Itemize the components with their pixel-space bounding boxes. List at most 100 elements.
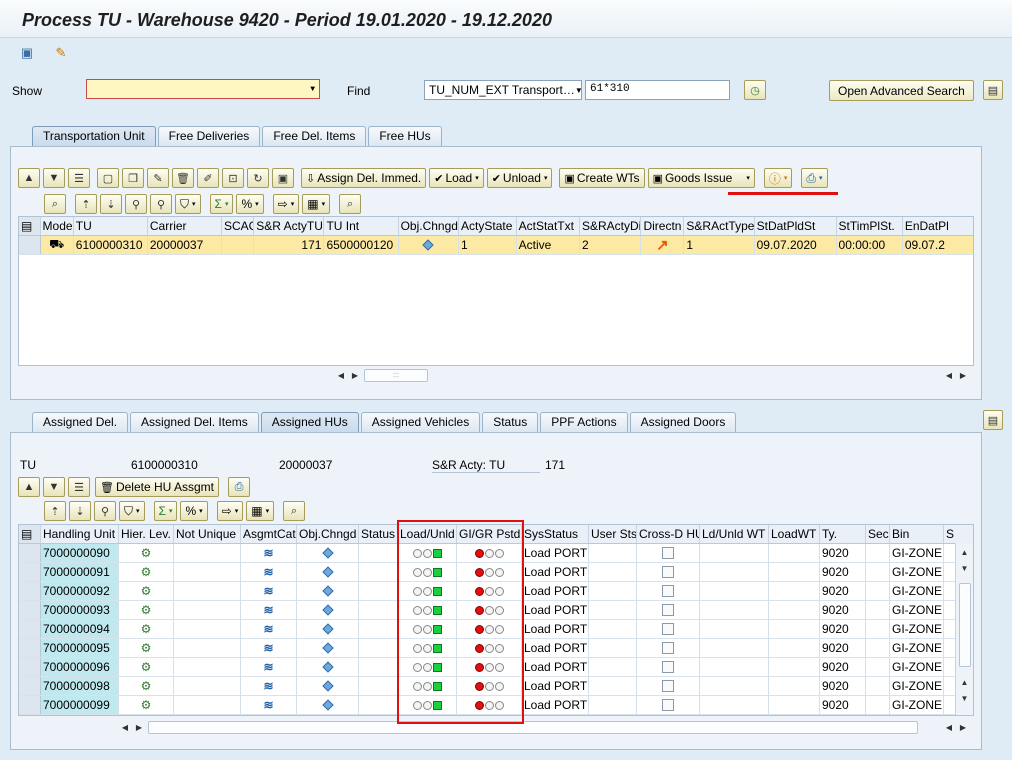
save-icon[interactable]: ▣: [272, 168, 294, 188]
tab-ppf-actions[interactable]: PPF Actions: [540, 412, 628, 432]
tab-assigned-doors[interactable]: Assigned Doors: [629, 412, 737, 432]
tu-horizontal-scrollbar[interactable]: ◀ ▶ ::: ◀ ▶: [18, 366, 974, 384]
tab-assigned-del[interactable]: Assigned Del.: [32, 412, 129, 432]
sort-ascending-icon[interactable]: ⇡: [75, 194, 97, 214]
graphic-icon[interactable]: ⌕: [283, 501, 306, 521]
handling-unit-cell[interactable]: 7000000098: [41, 677, 119, 695]
handling-unit-cell[interactable]: 7000000095: [41, 639, 119, 657]
info-button[interactable]: ⓘ ▾: [763, 168, 793, 188]
refresh-icon[interactable]: ↻: [247, 168, 269, 188]
export-button[interactable]: ⇨ ▾: [216, 501, 244, 521]
find-icon[interactable]: ⚲: [125, 194, 147, 214]
create-wts-button[interactable]: ▣ Create WTs: [559, 168, 645, 188]
scroll-up-button[interactable]: ▲: [18, 477, 40, 497]
find-input[interactable]: 61*310: [585, 80, 730, 100]
print-button[interactable]: ⎙ ▾: [801, 168, 828, 188]
assign-del-immed-button[interactable]: ⇩ Assign Del. Immed.: [301, 168, 427, 188]
scroll-up-button[interactable]: ▲: [18, 168, 40, 188]
col-header[interactable]: ActyState: [459, 217, 517, 235]
scroll-down-button[interactable]: ▼: [43, 168, 65, 188]
tu-cell[interactable]: 6100000310: [73, 236, 148, 254]
col-header[interactable]: StTimPlSt.: [837, 217, 903, 235]
handling-unit-cell[interactable]: 7000000094: [41, 620, 119, 638]
hu-vertical-scrollbar[interactable]: ▲ ▼ ▲ ▼: [955, 543, 973, 715]
col-header[interactable]: StDatPldSt: [755, 217, 837, 235]
col-header[interactable]: Ty.: [820, 525, 866, 543]
scroll-down-icon[interactable]: ▼: [958, 691, 972, 705]
export-button[interactable]: ⇨ ▾: [272, 194, 300, 214]
cross-dock-checkbox[interactable]: [637, 677, 700, 695]
sum-button[interactable]: Σ ▾: [209, 194, 234, 214]
col-header[interactable]: TU: [74, 217, 148, 235]
copy-icon[interactable]: ❐: [122, 168, 144, 188]
scroll-left-icon[interactable]: ◀: [942, 368, 956, 382]
layout-icon[interactable]: ▤: [983, 80, 1003, 100]
subtotal-button[interactable]: % ▾: [236, 194, 264, 214]
row-selector[interactable]: [19, 601, 41, 619]
tab-free-hus[interactable]: Free HUs: [368, 126, 442, 146]
sort-descending-icon[interactable]: ⇣: [100, 194, 122, 214]
col-header[interactable]: Obj.Chngd: [297, 525, 359, 543]
cross-dock-checkbox[interactable]: [637, 544, 700, 562]
create-icon[interactable]: ▢: [97, 168, 119, 188]
tab-assigned-vehicles[interactable]: Assigned Vehicles: [360, 412, 481, 432]
cross-dock-checkbox[interactable]: [637, 601, 700, 619]
cross-dock-checkbox[interactable]: [637, 658, 700, 676]
execute-find-button[interactable]: ◷: [744, 80, 766, 100]
cross-dock-checkbox[interactable]: [637, 696, 700, 714]
col-header[interactable]: Carrier: [148, 217, 222, 235]
layout-button[interactable]: ▦ ▾: [302, 194, 331, 214]
col-header[interactable]: Bin: [890, 525, 944, 543]
col-header[interactable]: S&R ActyTU: [254, 217, 325, 235]
filter-button[interactable]: ⛉ ▾: [175, 194, 201, 214]
scroll-right-icon[interactable]: ▶: [956, 368, 970, 382]
goods-issue-button[interactable]: ▣ Goods Issue ▾: [647, 168, 755, 188]
col-header[interactable]: TU Int: [324, 217, 399, 235]
handling-unit-cell[interactable]: 7000000099: [41, 696, 119, 714]
col-header[interactable]: S&RActType: [684, 217, 755, 235]
scroll-right-icon[interactable]: ▶: [956, 720, 970, 734]
select-all-icon[interactable]: ▤: [19, 525, 41, 543]
cross-dock-checkbox[interactable]: [637, 639, 700, 657]
pencil-icon[interactable]: ✐: [197, 168, 219, 188]
row-selector[interactable]: [19, 582, 41, 600]
col-header[interactable]: Cross-D HU: [637, 525, 700, 543]
col-header[interactable]: Status: [359, 525, 398, 543]
layout-button[interactable]: ▦ ▾: [246, 501, 275, 521]
col-header[interactable]: Sec: [866, 525, 890, 543]
scroll-track[interactable]: [148, 720, 918, 734]
lock-icon[interactable]: ⊡: [222, 168, 244, 188]
cross-dock-checkbox[interactable]: [637, 563, 700, 581]
scroll-up-icon[interactable]: ▲: [958, 675, 972, 689]
find-field-dropdown[interactable]: TU_NUM_EXT Transport… ▼: [424, 80, 582, 100]
row-selector[interactable]: [19, 696, 41, 714]
tab-free-deliveries[interactable]: Free Deliveries: [157, 126, 261, 146]
scroll-down-icon[interactable]: ▼: [958, 561, 972, 575]
row-selector[interactable]: [19, 658, 41, 676]
col-header[interactable]: User Sts: [589, 525, 637, 543]
col-header[interactable]: Hier. Lev.: [119, 525, 174, 543]
row-selector[interactable]: [19, 236, 41, 254]
col-header[interactable]: SysStatus: [522, 525, 589, 543]
handling-unit-cell[interactable]: 7000000090: [41, 544, 119, 562]
subtotal-button[interactable]: % ▾: [180, 501, 208, 521]
filter-button[interactable]: ⛉ ▾: [119, 501, 145, 521]
edit-icon[interactable]: ✎: [147, 168, 169, 188]
col-header[interactable]: Not Unique: [174, 525, 241, 543]
sum-button[interactable]: Σ ▾: [153, 501, 178, 521]
print-icon[interactable]: ⎙: [228, 477, 251, 497]
table-row[interactable]: ⛟ 6100000310 20000037 171 6500000120 1 A…: [19, 236, 973, 255]
handling-unit-cell[interactable]: 7000000091: [41, 563, 119, 581]
sort-descending-icon[interactable]: ⇣: [69, 501, 91, 521]
handling-unit-cell[interactable]: 7000000096: [41, 658, 119, 676]
tab-transportation-unit[interactable]: Transportation Unit: [32, 126, 156, 146]
cross-dock-checkbox[interactable]: [637, 620, 700, 638]
row-selector[interactable]: [19, 620, 41, 638]
unload-button[interactable]: ✔ Unload ▾: [486, 168, 553, 188]
col-header[interactable]: S: [944, 525, 970, 543]
scroll-left-icon[interactable]: ◀: [942, 720, 956, 734]
tab-assigned-hus[interactable]: Assigned HUs: [260, 412, 359, 432]
col-header[interactable]: LoadWT: [769, 525, 820, 543]
col-header[interactable]: Directn: [641, 217, 685, 235]
scroll-right-icon[interactable]: ▶: [348, 368, 362, 382]
